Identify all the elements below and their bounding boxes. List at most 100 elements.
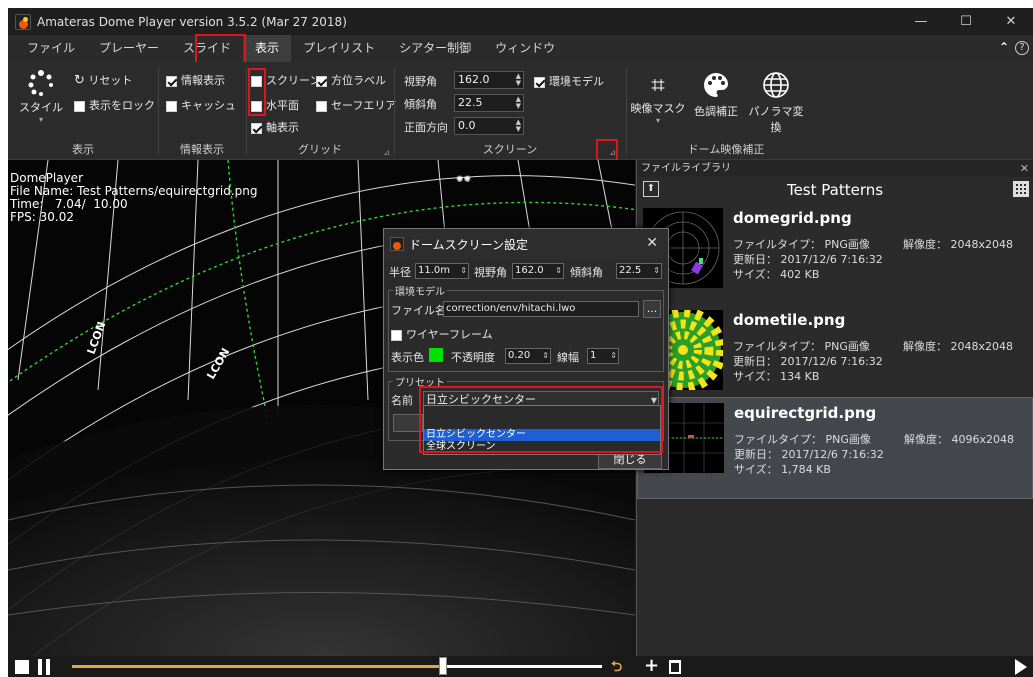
pause-icon[interactable]	[38, 659, 52, 675]
screen-grid-checkbox[interactable]: スクリーン	[251, 72, 320, 88]
azimuth-label-checkbox[interactable]: 方位ラベル	[316, 72, 386, 88]
env-model-check[interactable]	[534, 76, 545, 88]
folder-up-icon[interactable]: ⬆	[643, 181, 659, 197]
play-next-icon[interactable]	[1015, 659, 1027, 675]
item-size: サイズ： 134 KB	[733, 370, 820, 383]
library-folder-bar: ⬆ Test Patterns	[637, 177, 1033, 203]
browse-button[interactable]: ...	[643, 300, 661, 318]
preset-dropdown-list: 日立シビックセンター 全球スクリーン	[423, 405, 661, 455]
env-model-checkbox[interactable]: 環境モデル	[534, 73, 604, 89]
menu-player[interactable]: プレーヤー	[87, 35, 171, 62]
wireframe-check[interactable]	[391, 329, 402, 341]
title-bar: Amateras Dome Player version 3.5.2 (Mar …	[8, 8, 1033, 35]
style-label: スタイル	[19, 101, 63, 114]
grid-launcher-icon[interactable]: ⊿	[383, 148, 390, 157]
app-logo-icon	[15, 13, 31, 30]
safe-area-checkbox[interactable]: セーフエリア	[316, 97, 396, 113]
help-icon[interactable]: ?	[1015, 41, 1029, 55]
info-display-check[interactable]	[166, 75, 177, 87]
radius-spinner[interactable]: 11.0m ⇕	[415, 263, 469, 279]
loop-icon[interactable]: ⮌	[611, 659, 627, 675]
mask-dropdown-icon: ▾	[655, 116, 660, 125]
dialog-fov-spinner[interactable]: 162.0 ⇕	[512, 263, 564, 279]
screen-launcher-icon[interactable]: ⊿	[609, 148, 616, 157]
file-name-input[interactable]: correction/env/hitachi.lwo	[443, 301, 639, 317]
grid-view-icon[interactable]	[1013, 181, 1029, 197]
file-library-panel: ファイルライブラリ ✕ ⬆ Test Patterns domegrid.png …	[636, 160, 1033, 656]
spinner-arrows-icon[interactable]: ⇕	[555, 264, 562, 278]
trash-icon[interactable]	[669, 660, 681, 674]
info-display-checkbox[interactable]: 情報表示	[166, 72, 225, 88]
dialog-close-icon[interactable]: ✕	[646, 235, 658, 251]
spinner-arrows-icon[interactable]: ⇕	[610, 349, 617, 363]
color-swatch[interactable]	[429, 348, 443, 362]
tilt-value: 22.5	[458, 96, 483, 109]
lock-display-checkbox[interactable]: 表示をロック	[74, 97, 155, 113]
library-close-icon[interactable]: ✕	[1020, 160, 1029, 177]
reset-button[interactable]: ↻ リセット	[74, 72, 132, 88]
spinner-arrows-icon[interactable]: ⇕	[542, 349, 549, 363]
library-header-label: ファイルライブラリ	[641, 163, 731, 174]
minimize-button[interactable]: —	[899, 8, 943, 35]
dome-screen-settings-dialog: ドームスクリーン設定 ✕ 半径 11.0m ⇕ 視野角 162.0 ⇕ 傾斜角 22…	[383, 228, 669, 470]
add-icon[interactable]: +	[644, 657, 659, 675]
dialog-tilt-spinner[interactable]: 22.5 ⇕	[616, 263, 662, 279]
horizon-check[interactable]	[251, 100, 262, 112]
seek-track[interactable]	[72, 657, 602, 675]
cache-check[interactable]	[166, 100, 177, 112]
maximize-button[interactable]: ☐	[944, 8, 988, 35]
item-updated: 更新日： 2017/12/6 7:16:32	[734, 448, 884, 461]
spinner-arrows-icon[interactable]: ⇕	[653, 264, 660, 278]
screen-grid-check[interactable]	[251, 75, 262, 87]
style-icon	[28, 70, 53, 96]
library-item[interactable]: equirectgrid.png ファイルタイプ： PNG画像 更新日： 201…	[637, 397, 1033, 499]
spinner-arrows-icon[interactable]: ▲ ▼	[516, 73, 521, 87]
menu-playlist[interactable]: プレイリスト	[291, 35, 387, 62]
safe-area-check[interactable]	[316, 100, 327, 112]
item-name: domegrid.png	[733, 209, 852, 227]
lock-checkbox-box[interactable]	[74, 100, 85, 112]
wireframe-checkbox[interactable]: ワイヤーフレーム	[391, 326, 493, 342]
spinner-arrows-icon[interactable]: ▲ ▼	[516, 119, 521, 133]
preset-option[interactable]: 全球スクリーン	[424, 441, 660, 453]
item-type: ファイルタイプ： PNG画像	[733, 340, 870, 353]
seek-handle[interactable]	[439, 657, 447, 675]
mask-button[interactable]: ⌗ 映像マスク ▾	[628, 70, 688, 125]
menu-window[interactable]: ウィンドウ	[483, 35, 567, 62]
front-spinner[interactable]: 0.0 ▲ ▼	[454, 117, 524, 135]
item-resolution: 解像度： 4096x2048	[904, 433, 1014, 446]
color-correction-button[interactable]: 色調補正	[688, 70, 744, 119]
stop-icon[interactable]	[15, 660, 29, 674]
ribbon-group-display: スタイル ▾ ↻ リセット 表示をロック 表示	[8, 62, 158, 160]
menu-view[interactable]: 表示	[243, 35, 292, 62]
fov-spinner[interactable]: 162.0 ▲ ▼	[454, 71, 524, 89]
tilt-spinner[interactable]: 22.5 ▲ ▼	[454, 94, 524, 112]
axis-checkbox[interactable]: 軸表示	[251, 119, 299, 135]
style-button[interactable]: スタイル ▾	[18, 70, 64, 124]
fov-value: 162.0	[458, 73, 490, 86]
menu-slide[interactable]: スライド	[171, 35, 243, 62]
dialog-titlebar: ドームスクリーン設定 ✕	[384, 229, 668, 259]
cache-checkbox[interactable]: キャッシュ	[166, 97, 236, 113]
osd-line: FPS: 30.02	[10, 210, 74, 224]
seek-progress	[72, 665, 443, 668]
menu-theater[interactable]: シアター制御	[387, 35, 483, 62]
menu-file[interactable]: ファイル	[15, 35, 87, 62]
linewidth-spinner[interactable]: 1 ⇕	[587, 348, 619, 364]
collapse-ribbon-icon[interactable]: ⌃	[999, 40, 1009, 54]
horizon-checkbox[interactable]: 水平面	[251, 97, 299, 113]
preset-option[interactable]: 日立シビックセンター	[424, 429, 660, 441]
close-button[interactable]: ✕	[989, 8, 1033, 35]
opacity-spinner[interactable]: 0.20 ⇕	[505, 348, 551, 364]
library-item[interactable]: domegrid.png ファイルタイプ： PNG画像 更新日： 2017/12…	[637, 203, 1033, 305]
preset-action-button[interactable]	[393, 414, 423, 432]
axis-check[interactable]	[251, 122, 262, 134]
tilt-label: 傾斜角	[404, 98, 437, 111]
spinner-arrows-icon[interactable]: ▲ ▼	[516, 96, 521, 110]
azimuth-check[interactable]	[316, 75, 327, 87]
spinner-arrows-icon[interactable]: ⇕	[460, 264, 467, 278]
ribbon-group-info: 情報表示 キャッシュ 情報表示	[158, 62, 246, 160]
panorama-button[interactable]: パノラマ変換	[744, 70, 808, 135]
library-item[interactable]: dometile.png ファイルタイプ： PNG画像 更新日： 2017/12…	[637, 305, 1033, 407]
safe-area-label: セーフエリア	[331, 99, 397, 112]
